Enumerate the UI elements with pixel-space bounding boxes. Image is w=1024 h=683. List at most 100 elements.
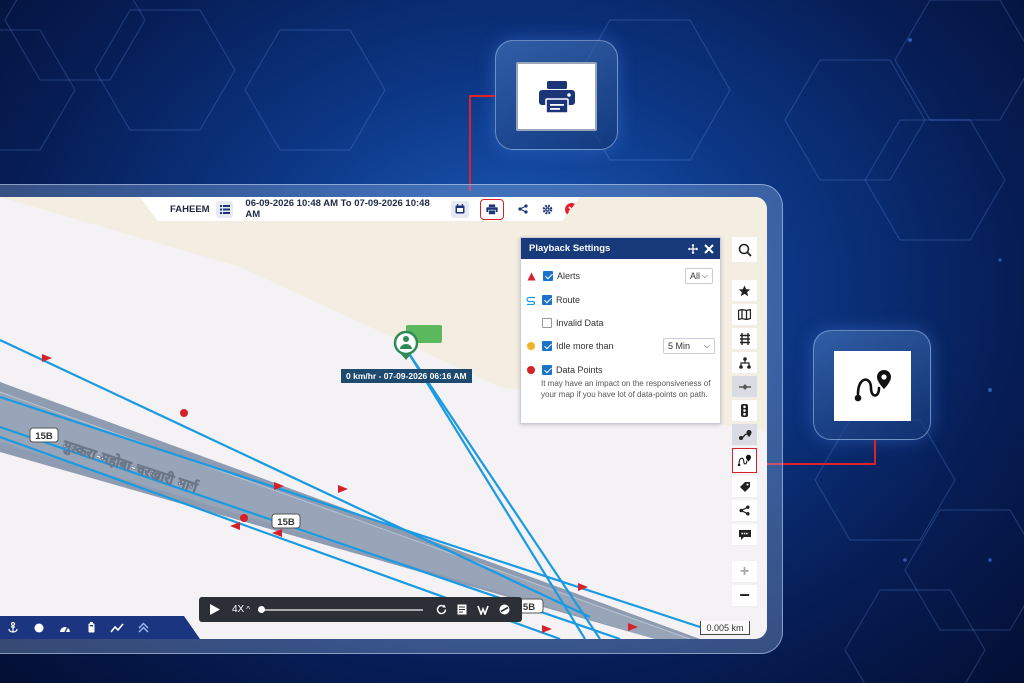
close-icon[interactable]	[704, 243, 714, 254]
search-button[interactable]	[732, 237, 757, 263]
speed-chart-icon[interactable]	[477, 605, 489, 615]
panel-header: Playback Settings	[521, 238, 720, 259]
idle-select[interactable]: 5 Min ⌵	[663, 338, 715, 354]
battery-button[interactable]	[78, 622, 104, 633]
route-icon	[526, 296, 536, 305]
list-icon	[219, 204, 230, 214]
map-layer-button[interactable]	[732, 304, 757, 326]
replay-icon[interactable]	[436, 604, 447, 615]
zoom-in-button[interactable]: +	[732, 561, 757, 583]
right-toolbar: + −	[732, 237, 758, 607]
railway-button[interactable]	[732, 328, 757, 350]
trend-button[interactable]	[104, 622, 130, 633]
route-callout-inner	[834, 351, 911, 421]
expand-button[interactable]	[130, 622, 156, 633]
date-range[interactable]: 06-09-2026 10:48 AM To 07-09-2026 10:48 …	[245, 198, 444, 220]
gear-icon	[542, 204, 553, 214]
chevron-up-icon[interactable]: ^	[246, 605, 250, 614]
playback-topbar: FAHEEM 06-09-2026 10:48 AM To 07-09-2026…	[140, 197, 580, 221]
share-map-button[interactable]	[732, 500, 757, 522]
share-icon	[518, 204, 529, 214]
ignition-button[interactable]	[26, 623, 52, 633]
sos-button[interactable]	[732, 524, 757, 546]
print-button[interactable]	[479, 198, 504, 220]
playback-settings-panel: Playback Settings Alerts All ⌵ Route Inva…	[520, 237, 721, 424]
route-pin-icon	[737, 454, 751, 466]
anchor-icon	[8, 622, 18, 633]
railway-icon	[739, 332, 750, 345]
alerts-select-value: All	[690, 271, 701, 281]
idle-dot-icon	[527, 342, 535, 350]
speed-label: 0 km/hr - 07-09-2026 06:16 AM	[341, 369, 472, 383]
invalid-data-checkbox[interactable]	[542, 318, 552, 328]
satellite-button[interactable]	[732, 376, 757, 398]
panel-title: Playback Settings	[529, 243, 611, 254]
invalid-data-row: Invalid Data	[521, 315, 720, 331]
share-icon	[739, 505, 750, 516]
move-icon[interactable]	[688, 243, 698, 254]
printer-callout	[495, 40, 618, 150]
circle-icon	[34, 623, 44, 632]
map-scale: 0.005 km	[700, 621, 750, 635]
playback-speed[interactable]: 4X	[232, 604, 244, 615]
chevron-down-icon: ⌵	[703, 341, 710, 350]
star-icon	[738, 285, 751, 296]
share-button[interactable]	[515, 201, 533, 218]
speedometer-button[interactable]	[52, 623, 78, 633]
data-points-checkbox[interactable]	[542, 365, 552, 375]
idle-select-value: 5 Min	[668, 341, 691, 351]
play-icon[interactable]	[210, 604, 220, 615]
idle-label: Idle more than	[556, 341, 614, 351]
map-screen: 15B 15B 5B मुस्करा-महोबा-चरखारी मार्ग 0 …	[0, 197, 767, 639]
progress-track[interactable]	[258, 606, 423, 613]
satellite-icon	[738, 383, 751, 390]
sos-icon	[738, 529, 751, 540]
traffic-button[interactable]	[732, 400, 757, 422]
road-badge-3: 5B	[523, 602, 535, 613]
route-checkbox[interactable]	[542, 295, 552, 305]
vehicle-list-button[interactable]	[215, 200, 234, 218]
data-points-row: Data Points	[521, 362, 720, 378]
anchor-button[interactable]	[0, 622, 26, 633]
chevron-down-icon: ⌵	[701, 271, 708, 280]
alerts-label: Alerts	[557, 271, 581, 281]
route-label: Route	[556, 295, 581, 305]
alerts-checkbox[interactable]	[543, 271, 553, 281]
calendar-button[interactable]	[450, 200, 469, 218]
invalid-data-label: Invalid Data	[556, 318, 604, 328]
trend-icon	[110, 622, 124, 632]
poi-button[interactable]	[732, 280, 757, 302]
alerts-row: Alerts All ⌵	[521, 268, 720, 284]
idle-checkbox[interactable]	[542, 341, 552, 351]
minus-icon: −	[739, 585, 750, 605]
no-entry-icon[interactable]	[499, 604, 510, 615]
battery-icon	[88, 622, 94, 633]
alert-triangle-icon	[527, 272, 536, 280]
vehicle-name[interactable]: FAHEEM	[170, 204, 210, 215]
data-point-dot-icon	[527, 366, 535, 374]
alerts-select[interactable]: All ⌵	[685, 268, 713, 284]
data-points-label: Data Points	[556, 365, 603, 375]
location-route-icon	[738, 429, 751, 440]
tag-icon	[739, 481, 750, 492]
traffic-icon	[741, 404, 748, 417]
printer-icon	[485, 203, 498, 215]
calendar-icon	[455, 204, 465, 214]
road-badge-2: 15B	[277, 517, 295, 528]
search-icon	[738, 243, 752, 257]
settings-button[interactable]	[538, 201, 556, 218]
route-callout	[813, 330, 931, 440]
location-route-button[interactable]	[732, 424, 757, 446]
printer-connector-h	[469, 95, 495, 97]
plus-icon: +	[739, 562, 750, 580]
road-badge-1: 15B	[35, 431, 53, 442]
tag-button[interactable]	[732, 476, 757, 498]
map-icon	[738, 309, 751, 320]
report-icon[interactable]	[457, 604, 467, 615]
progress-knob[interactable]	[258, 606, 266, 613]
route-playback-button[interactable]	[732, 448, 757, 473]
playback-player: 4X ^	[199, 597, 522, 622]
zoom-out-button[interactable]: −	[732, 585, 757, 607]
route-pin-icon	[854, 370, 891, 402]
network-button[interactable]	[732, 352, 757, 374]
